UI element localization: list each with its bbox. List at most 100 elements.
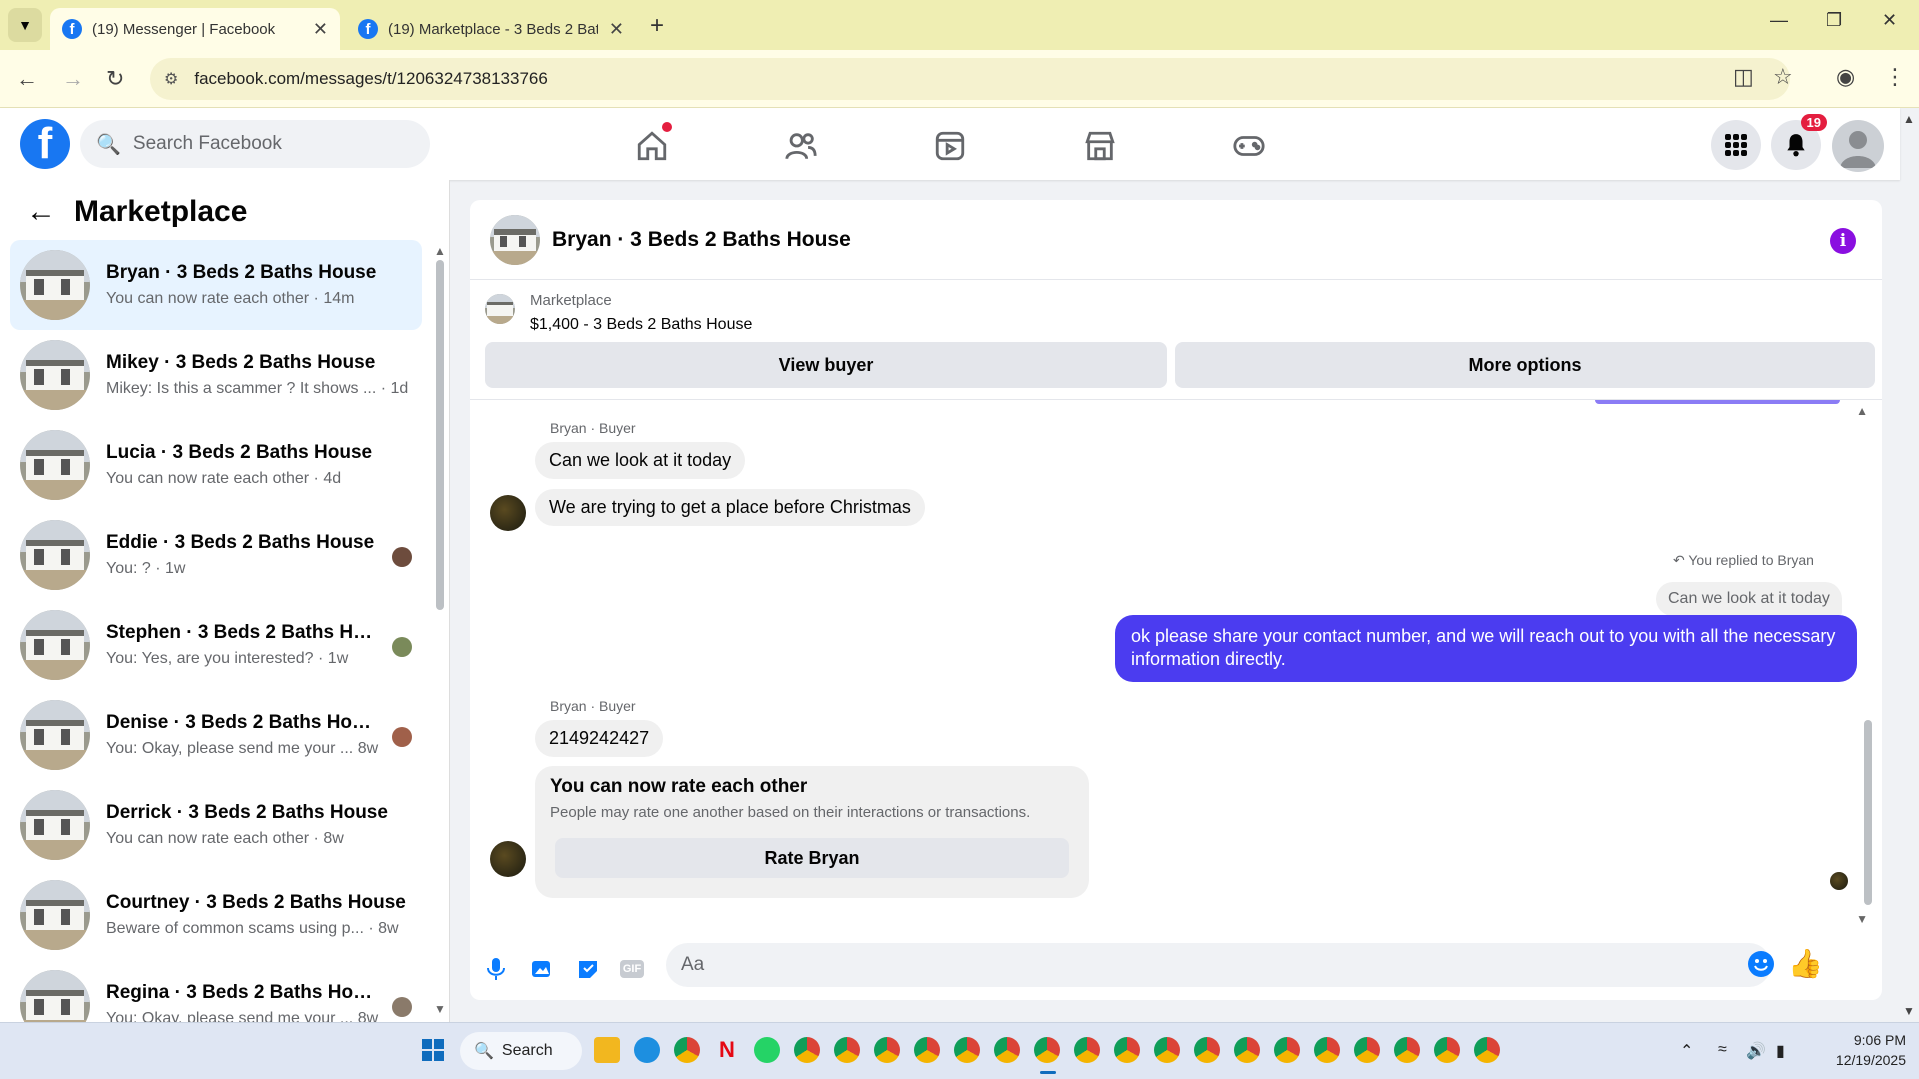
emoji-icon[interactable]: [1748, 951, 1774, 977]
message-input[interactable]: Aa: [666, 943, 1771, 987]
chrome-profile-icon[interactable]: [1194, 1037, 1220, 1063]
sender-avatar[interactable]: [490, 841, 526, 877]
gaming-nav-icon[interactable]: [1229, 126, 1269, 166]
reply-note-text: You replied to Bryan: [1688, 552, 1814, 568]
chrome-icon[interactable]: [674, 1037, 700, 1063]
close-window-icon[interactable]: ✕: [1882, 10, 1897, 31]
quoted-message[interactable]: Can we look at it today: [1656, 582, 1842, 616]
sidebar-scrollbar[interactable]: [436, 260, 444, 610]
chrome-profile-icon[interactable]: [1274, 1037, 1300, 1063]
wifi-icon[interactable]: ≈: [1718, 1041, 1727, 1059]
tab-messenger[interactable]: f (19) Messenger | Facebook ✕: [50, 8, 340, 50]
menu-grid-button[interactable]: [1711, 120, 1761, 170]
more-options-button[interactable]: More options: [1175, 342, 1875, 388]
chrome-profile-icon[interactable]: [1114, 1037, 1140, 1063]
facebook-search-input[interactable]: 🔍 Search Facebook: [80, 120, 430, 168]
account-avatar[interactable]: [1832, 120, 1884, 172]
chrome-profile-icon[interactable]: [914, 1037, 940, 1063]
battery-icon[interactable]: ▮: [1776, 1041, 1785, 1061]
chrome-profile-icon[interactable]: [1434, 1037, 1460, 1063]
conversation-item[interactable]: Denise · 3 Beds 2 Baths House You: Okay, …: [10, 690, 422, 780]
taskbar-search[interactable]: 🔍 Search: [460, 1032, 582, 1070]
windows-start-icon[interactable]: [422, 1039, 444, 1061]
chat-title[interactable]: Bryan · 3 Beds 2 Baths House: [552, 228, 851, 252]
reply-note: ↶ You replied to Bryan: [1673, 552, 1814, 569]
netflix-icon[interactable]: N: [714, 1037, 740, 1063]
minimize-icon[interactable]: —: [1770, 10, 1788, 31]
conversation-item[interactable]: Derrick · 3 Beds 2 Baths House You can no…: [10, 780, 422, 870]
rate-bryan-button[interactable]: Rate Bryan: [555, 838, 1069, 878]
page-scroll-down-icon[interactable]: ▼: [1903, 1004, 1915, 1018]
url-field[interactable]: ⚙ facebook.com/messages/t/12063247381337…: [150, 58, 1790, 100]
chrome-profile-icon[interactable]: [1234, 1037, 1260, 1063]
grid-icon: [1725, 134, 1747, 156]
conversation-item[interactable]: Stephen · 3 Beds 2 Baths House You: Yes, …: [10, 600, 422, 690]
friends-nav-icon[interactable]: [781, 126, 821, 166]
new-tab-button[interactable]: +: [650, 12, 664, 40]
reload-icon[interactable]: ↻: [106, 66, 124, 92]
conversation-item[interactable]: Mikey · 3 Beds 2 Baths House Mikey: Is th…: [10, 330, 422, 420]
conversation-item[interactable]: Eddie · 3 Beds 2 Baths House You: ? · 1w: [10, 510, 422, 600]
chrome-profile-icon[interactable]: [1394, 1037, 1420, 1063]
conversation-item[interactable]: Courtney · 3 Beds 2 Baths House Beware of…: [10, 870, 422, 960]
notifications-button[interactable]: 19: [1771, 114, 1827, 170]
close-icon[interactable]: ✕: [313, 19, 328, 40]
chrome-profile-icon[interactable]: [1074, 1037, 1100, 1063]
listing-thumbnail[interactable]: [490, 214, 540, 265]
bookmark-star-icon[interactable]: ☆: [1773, 64, 1793, 90]
conversation-item[interactable]: Lucia · 3 Beds 2 Baths House You can now …: [10, 420, 422, 510]
taskbar-clock[interactable]: 9:06 PM 12/19/2025: [1816, 1031, 1906, 1070]
video-nav-icon[interactable]: [930, 126, 970, 166]
view-buyer-button[interactable]: View buyer: [485, 342, 1167, 388]
chrome-profile-icon[interactable]: [1474, 1037, 1500, 1063]
menu-kebab-icon[interactable]: ⋮: [1884, 64, 1906, 90]
chrome-profile-icon[interactable]: [1154, 1037, 1180, 1063]
sender-avatar[interactable]: [490, 495, 526, 531]
chat-scrollbar[interactable]: [1864, 720, 1872, 905]
scroll-down-arrow-icon[interactable]: ▼: [434, 1002, 446, 1016]
home-nav-icon[interactable]: [632, 122, 672, 166]
conversation-item[interactable]: Bryan · 3 Beds 2 Baths House You can now …: [10, 240, 422, 330]
volume-icon[interactable]: 🔊: [1746, 1041, 1766, 1061]
chrome-profile-icon[interactable]: [954, 1037, 980, 1063]
back-icon[interactable]: ←: [16, 66, 38, 92]
tab-search-button[interactable]: ▼: [8, 8, 42, 42]
scroll-up-arrow-icon[interactable]: ▲: [1856, 404, 1868, 418]
taskbar-search-label: Search: [501, 1042, 553, 1059]
profile-icon[interactable]: ◉: [1836, 64, 1855, 90]
chrome-profile-icon[interactable]: [1314, 1037, 1340, 1063]
conversation-item[interactable]: Regina · 3 Beds 2 Baths House You: Okay, …: [10, 960, 422, 1022]
sticker-icon[interactable]: [574, 955, 602, 983]
chrome-profile-icon-active[interactable]: [1034, 1037, 1060, 1063]
back-arrow-icon[interactable]: ←: [26, 195, 56, 229]
tab-marketplace[interactable]: f (19) Marketplace - 3 Beds 2 Bat ✕: [346, 8, 636, 50]
chrome-profile-icon[interactable]: [1354, 1037, 1380, 1063]
listing-price-title[interactable]: $1,400 - 3 Beds 2 Baths House: [530, 316, 752, 334]
message-thread: Bryan · Buyer Can we look at it today We…: [470, 400, 1882, 945]
microphone-icon[interactable]: [482, 955, 510, 983]
forward-icon[interactable]: →: [62, 66, 84, 92]
scroll-up-arrow-icon[interactable]: ▲: [434, 244, 446, 258]
restore-icon[interactable]: ❐: [1826, 10, 1842, 31]
facebook-logo-icon[interactable]: f: [20, 119, 70, 169]
photo-icon[interactable]: [528, 955, 556, 983]
marketplace-nav-icon[interactable]: [1080, 126, 1120, 166]
page-scroll-up-icon[interactable]: ▲: [1903, 112, 1915, 126]
gif-icon[interactable]: GIF: [618, 955, 646, 983]
show-hidden-icons-chevron-icon[interactable]: ⌃: [1680, 1041, 1693, 1061]
chrome-profile-icon[interactable]: [794, 1037, 820, 1063]
edge-icon[interactable]: [634, 1037, 660, 1063]
file-explorer-icon[interactable]: [594, 1037, 620, 1063]
whatsapp-icon[interactable]: [754, 1037, 780, 1063]
conversation-name: Derrick · 3 Beds 2 Baths House: [106, 802, 388, 823]
site-info-icon[interactable]: ⚙: [164, 69, 178, 89]
chrome-profile-icon[interactable]: [874, 1037, 900, 1063]
chrome-profile-icon[interactable]: [834, 1037, 860, 1063]
scroll-down-arrow-icon[interactable]: ▼: [1856, 912, 1868, 926]
thumbs-up-icon[interactable]: 👍: [1788, 947, 1823, 980]
close-icon[interactable]: ✕: [609, 19, 624, 40]
chrome-profile-icon[interactable]: [994, 1037, 1020, 1063]
info-icon[interactable]: i: [1830, 228, 1856, 254]
active-app-indicator: [1040, 1071, 1056, 1074]
install-app-icon[interactable]: ◫: [1733, 64, 1754, 90]
